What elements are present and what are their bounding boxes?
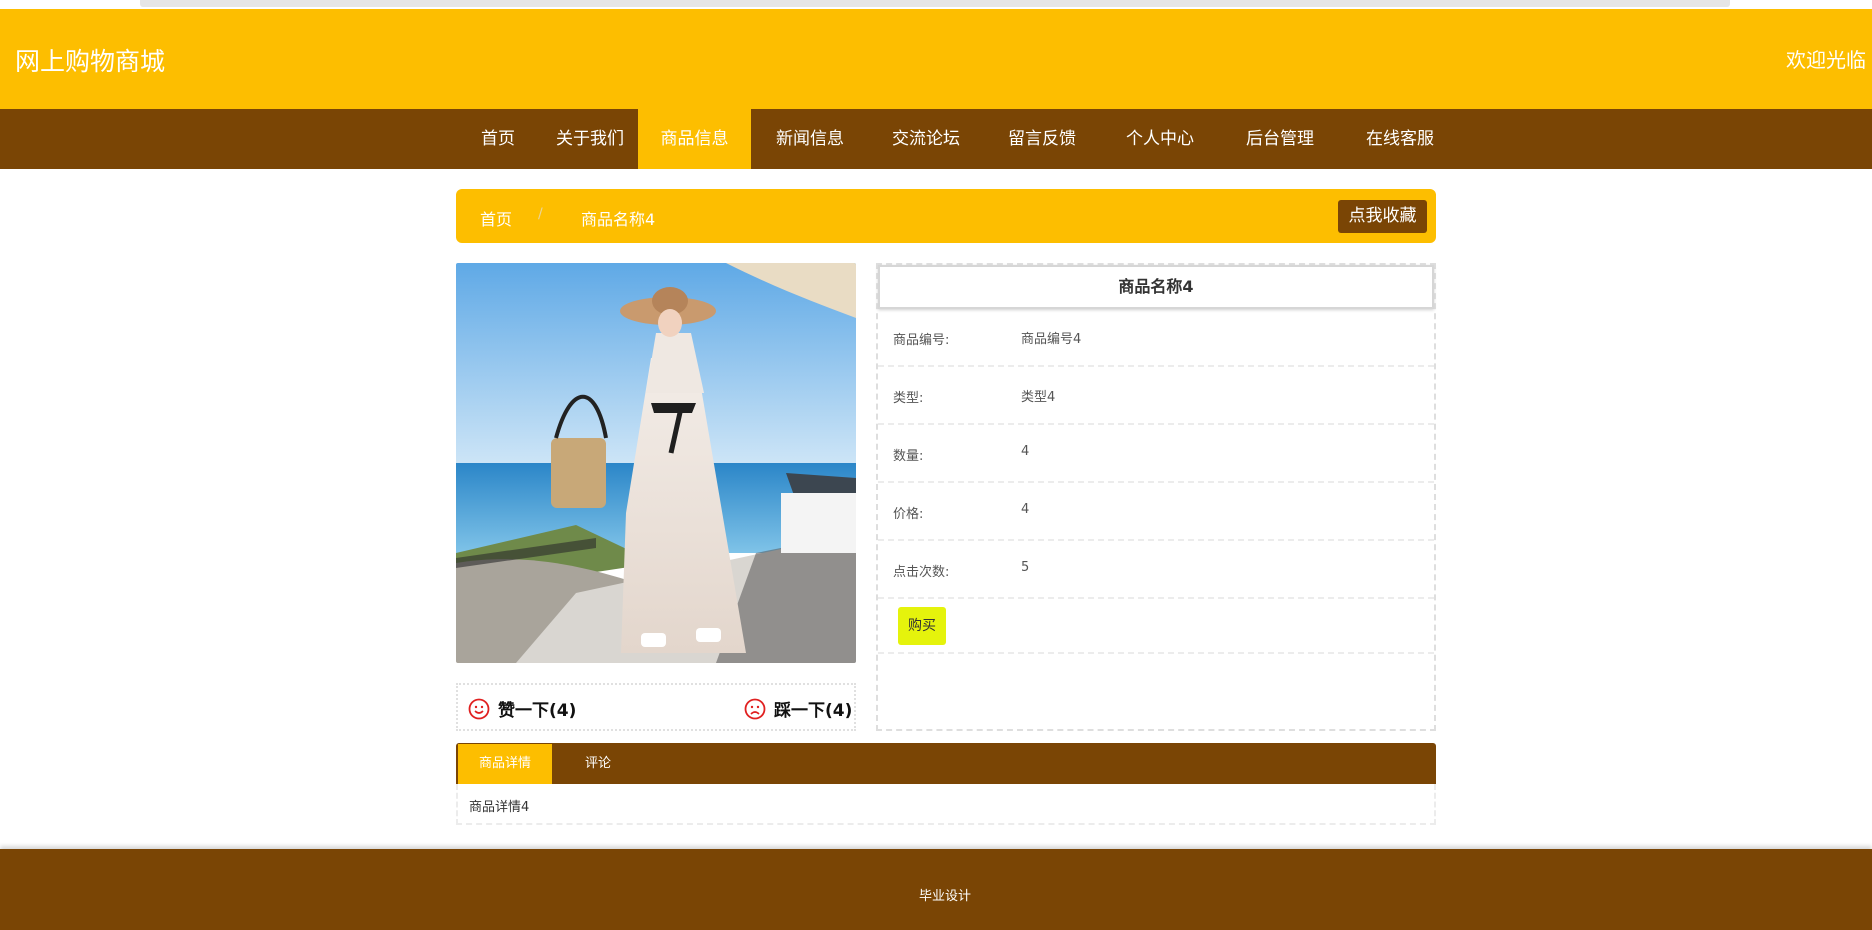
info-value: 4 (1021, 502, 1030, 517)
buy-button[interactable]: 购买 (898, 607, 946, 645)
dislike-label: 踩一下(4) (774, 701, 853, 721)
nav-item-support[interactable]: 在线客服 (1348, 109, 1452, 169)
buy-row: 购买 (878, 600, 1434, 654)
tab-panel: 商品详情4 (456, 784, 1436, 825)
product-image (456, 263, 856, 663)
vote-box: 赞一下(4) 踩一下(4) (456, 683, 856, 731)
nav-item-news[interactable]: 新闻信息 (758, 109, 862, 169)
dislike-button[interactable]: 踩一下(4) (744, 696, 852, 721)
nav-item-forum[interactable]: 交流论坛 (874, 109, 978, 169)
nav-item-feedback[interactable]: 留言反馈 (990, 109, 1094, 169)
breadcrumb: 首页 / 商品名称4 (456, 189, 1436, 243)
info-value: 类型4 (1021, 390, 1056, 405)
tab-product-detail[interactable]: 商品详情 (458, 744, 552, 784)
site-footer: 毕业设计 (0, 849, 1872, 930)
main-nav: 首页 关于我们 商品信息 新闻信息 交流论坛 留言反馈 个人中心 后台管理 在线… (0, 109, 1872, 169)
product-detail-text: 商品详情4 (469, 800, 530, 815)
info-value: 5 (1021, 560, 1030, 575)
info-label: 价格: (893, 507, 924, 522)
site-header: 网上购物商城 欢迎光临 (0, 9, 1872, 109)
breadcrumb-current: 商品名称4 (581, 210, 656, 229)
info-row-type: 类型: 类型4 (878, 367, 1434, 425)
nav-item-home[interactable]: 首页 (454, 109, 542, 169)
info-row-id: 商品编号: 商品编号4 (878, 309, 1434, 367)
detail-tabs: 商品详情 评论 (456, 743, 1436, 784)
info-label: 点击次数: (893, 565, 950, 580)
info-row-price: 价格: 4 (878, 483, 1434, 541)
tab-comments[interactable]: 评论 (552, 744, 644, 784)
favorite-button[interactable]: 点我收藏 (1338, 200, 1427, 233)
frown-icon (744, 698, 766, 719)
product-info-panel: 商品名称4 商品编号: 商品编号4 类型: 类型4 数量: 4 价格: 4 点击… (876, 263, 1436, 731)
info-value: 4 (1021, 444, 1030, 459)
info-value: 商品编号4 (1021, 332, 1082, 347)
nav-item-profile[interactable]: 个人中心 (1108, 109, 1212, 169)
info-row-clicks: 点击次数: 5 (878, 541, 1434, 599)
footer-text: 毕业设计 (918, 889, 971, 904)
smile-icon (468, 698, 490, 719)
nav-item-about[interactable]: 关于我们 (542, 109, 638, 169)
site-title: 网上购物商城 (15, 47, 166, 76)
welcome-text: 欢迎光临 (1786, 48, 1866, 72)
top-strip (0, 0, 1872, 9)
like-button[interactable]: 赞一下(4) (468, 696, 576, 721)
browser-scrollbar-strip (140, 0, 1730, 7)
breadcrumb-separator: / (538, 206, 543, 222)
info-label: 类型: (893, 391, 924, 406)
like-label: 赞一下(4) (498, 701, 577, 721)
info-row-quantity: 数量: 4 (878, 425, 1434, 483)
nav-item-products[interactable]: 商品信息 (638, 109, 751, 169)
nav-item-admin[interactable]: 后台管理 (1228, 109, 1332, 169)
info-label: 数量: (893, 449, 924, 464)
product-name: 商品名称4 (878, 265, 1434, 309)
info-label: 商品编号: (893, 333, 950, 348)
breadcrumb-home[interactable]: 首页 (480, 206, 512, 230)
